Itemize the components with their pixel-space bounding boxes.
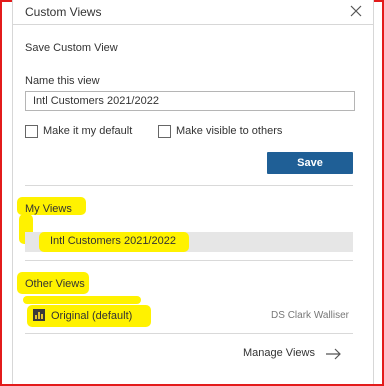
make-default-checkbox[interactable]	[25, 125, 38, 138]
view-name-input[interactable]: Intl Customers 2021/2022	[25, 91, 355, 111]
my-views-heading: My Views	[25, 203, 72, 215]
other-views-heading: Other Views	[25, 278, 85, 290]
divider	[25, 333, 353, 334]
close-icon[interactable]	[349, 4, 363, 18]
make-visible-label: Make visible to others	[176, 125, 283, 137]
my-view-item-label: Intl Customers 2021/2022	[50, 235, 176, 247]
make-default-label: Make it my default	[43, 125, 133, 137]
divider	[25, 185, 353, 186]
view-name-value: Intl Customers 2021/2022	[33, 95, 159, 107]
divider	[25, 260, 353, 261]
other-view-owner: DS Clark Walliser	[271, 310, 349, 321]
my-view-item[interactable]: Intl Customers 2021/2022	[25, 232, 353, 252]
arrow-right-icon[interactable]	[325, 348, 342, 360]
make-visible-checkbox[interactable]	[158, 125, 171, 138]
save-button[interactable]: Save	[267, 152, 353, 174]
highlight-mark	[23, 296, 141, 304]
dialog-titlebar: Custom Views	[13, 0, 373, 25]
chart-icon	[33, 309, 45, 321]
name-field-label: Name this view	[25, 75, 100, 87]
dialog-title: Custom Views	[25, 5, 102, 19]
other-view-item-label: Original (default)	[51, 310, 133, 322]
manage-views-link[interactable]: Manage Views	[243, 347, 315, 359]
custom-views-dialog: Custom Views Save Custom View Name this …	[12, 0, 374, 384]
other-view-item[interactable]: Original (default) DS Clark Walliser	[25, 305, 353, 327]
save-section-heading: Save Custom View	[25, 42, 118, 54]
